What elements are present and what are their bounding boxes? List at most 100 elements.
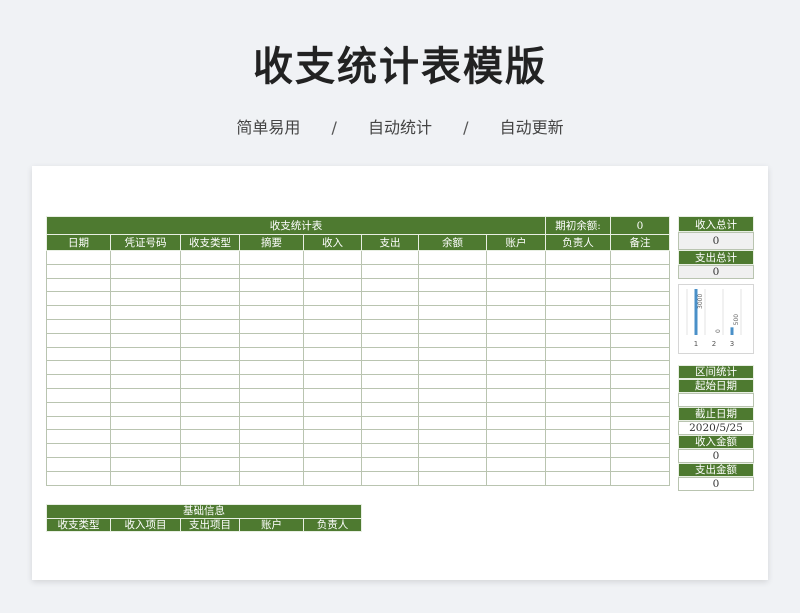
table-cell[interactable] [610, 374, 670, 389]
table-cell[interactable] [239, 346, 304, 362]
table-cell[interactable] [303, 250, 362, 265]
table-cell[interactable] [239, 250, 304, 265]
table-cell[interactable] [239, 291, 304, 307]
table-cell[interactable] [239, 374, 304, 389]
table-cell[interactable] [180, 415, 240, 431]
table-cell[interactable] [486, 470, 546, 486]
end-date-value[interactable]: 2020/5/25 [678, 421, 754, 435]
table-cell[interactable] [610, 277, 670, 293]
table-cell[interactable] [418, 470, 487, 486]
table-cell[interactable] [610, 360, 670, 376]
table-cell[interactable] [486, 429, 546, 445]
table-cell[interactable] [303, 346, 362, 362]
table-cell[interactable] [110, 470, 181, 486]
table-cell[interactable] [418, 332, 487, 348]
table-cell[interactable] [610, 250, 670, 265]
table-cell[interactable] [46, 346, 111, 362]
table-cell[interactable] [545, 374, 611, 389]
table-cell[interactable] [180, 318, 240, 334]
table-cell[interactable] [180, 291, 240, 307]
table-cell[interactable] [180, 401, 240, 417]
table-cell[interactable] [46, 387, 111, 403]
table-cell[interactable] [110, 443, 181, 458]
table-cell[interactable] [303, 305, 362, 320]
table-cell[interactable] [486, 443, 546, 458]
table-cell[interactable] [110, 263, 181, 279]
table-cell[interactable] [610, 470, 670, 486]
table-cell[interactable] [545, 305, 611, 320]
table-cell[interactable] [46, 443, 111, 458]
table-cell[interactable] [303, 318, 362, 334]
table-cell[interactable] [418, 415, 487, 431]
table-cell[interactable] [418, 277, 487, 293]
table-cell[interactable] [180, 443, 240, 458]
table-cell[interactable] [239, 263, 304, 279]
table-cell[interactable] [361, 387, 419, 403]
table-cell[interactable] [545, 277, 611, 293]
table-cell[interactable] [303, 263, 362, 279]
table-cell[interactable] [486, 332, 546, 348]
table-cell[interactable] [110, 360, 181, 376]
table-cell[interactable] [180, 429, 240, 445]
table-cell[interactable] [545, 387, 611, 403]
table-cell[interactable] [610, 401, 670, 417]
table-cell[interactable] [239, 415, 304, 431]
table-cell[interactable] [110, 415, 181, 431]
income-total-value[interactable]: 0 [678, 232, 754, 250]
table-cell[interactable] [46, 470, 111, 486]
table-cell[interactable] [610, 291, 670, 307]
table-cell[interactable] [46, 360, 111, 376]
table-cell[interactable] [180, 346, 240, 362]
table-cell[interactable] [418, 346, 487, 362]
table-cell[interactable] [486, 277, 546, 293]
table-cell[interactable] [239, 277, 304, 293]
table-cell[interactable] [418, 263, 487, 279]
table-cell[interactable] [110, 387, 181, 403]
table-cell[interactable] [110, 305, 181, 320]
table-cell[interactable] [180, 332, 240, 348]
table-cell[interactable] [46, 429, 111, 445]
table-cell[interactable] [545, 470, 611, 486]
table-cell[interactable] [486, 415, 546, 431]
table-cell[interactable] [303, 443, 362, 458]
table-cell[interactable] [303, 470, 362, 486]
table-cell[interactable] [303, 277, 362, 293]
table-cell[interactable] [303, 456, 362, 472]
table-cell[interactable] [486, 291, 546, 307]
table-cell[interactable] [46, 250, 111, 265]
opening-balance-value[interactable]: 0 [610, 216, 670, 235]
table-cell[interactable] [545, 332, 611, 348]
table-cell[interactable] [486, 456, 546, 472]
table-cell[interactable] [486, 318, 546, 334]
table-cell[interactable] [486, 346, 546, 362]
table-cell[interactable] [239, 429, 304, 445]
table-cell[interactable] [610, 443, 670, 458]
table-cell[interactable] [303, 360, 362, 376]
table-cell[interactable] [239, 305, 304, 320]
table-cell[interactable] [110, 346, 181, 362]
table-cell[interactable] [486, 401, 546, 417]
expense-total-value[interactable]: 0 [678, 265, 754, 279]
table-cell[interactable] [418, 456, 487, 472]
table-cell[interactable] [180, 250, 240, 265]
table-cell[interactable] [46, 456, 111, 472]
table-cell[interactable] [303, 291, 362, 307]
table-cell[interactable] [46, 277, 111, 293]
table-cell[interactable] [361, 443, 419, 458]
table-cell[interactable] [418, 401, 487, 417]
table-cell[interactable] [610, 456, 670, 472]
table-cell[interactable] [180, 374, 240, 389]
table-cell[interactable] [110, 429, 181, 445]
table-cell[interactable] [303, 374, 362, 389]
table-cell[interactable] [545, 429, 611, 445]
table-cell[interactable] [486, 374, 546, 389]
table-cell[interactable] [303, 429, 362, 445]
table-cell[interactable] [110, 374, 181, 389]
table-cell[interactable] [180, 387, 240, 403]
table-cell[interactable] [46, 263, 111, 279]
table-cell[interactable] [180, 263, 240, 279]
table-cell[interactable] [610, 387, 670, 403]
table-cell[interactable] [545, 360, 611, 376]
table-cell[interactable] [110, 277, 181, 293]
table-cell[interactable] [418, 318, 487, 334]
